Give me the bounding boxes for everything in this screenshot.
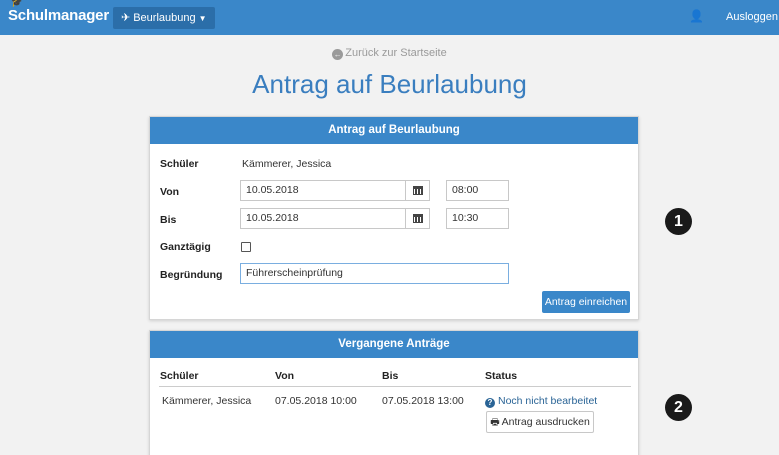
brand-logo[interactable]: Schulmanager bbox=[8, 7, 109, 24]
logout-link[interactable]: Ausloggen bbox=[726, 11, 778, 23]
print-request-button[interactable]: 🖶 Antrag ausdrucken bbox=[486, 411, 594, 433]
to-time-input[interactable]: 10:30 bbox=[446, 208, 509, 229]
back-to-start-link[interactable]: ← Zurück zur Startseite bbox=[0, 47, 779, 60]
back-link-label: Zurück zur Startseite bbox=[345, 47, 447, 59]
student-value: Kämmerer, Jessica bbox=[242, 158, 332, 170]
column-header-status: Status bbox=[485, 370, 518, 382]
from-label: Von bbox=[160, 186, 180, 198]
callout-badge-2: 2 bbox=[665, 394, 692, 421]
reason-label: Begründung bbox=[160, 269, 223, 281]
page-title: Antrag auf Beurlaubung bbox=[252, 69, 527, 99]
row-status[interactable]: ? Noch nicht bearbeitet bbox=[485, 395, 597, 408]
print-label: Antrag ausdrucken bbox=[501, 416, 590, 428]
reason-input[interactable]: Führerscheinprüfung bbox=[240, 263, 509, 284]
history-panel-heading: Vergangene Anträge bbox=[150, 331, 638, 358]
row-from: 07.05.2018 10:00 bbox=[275, 395, 357, 407]
leave-request-form-panel: Antrag auf Beurlaubung Schüler Kämmerer,… bbox=[149, 116, 639, 320]
callout-badge-1: 1 bbox=[665, 208, 692, 235]
past-requests-panel: Vergangene Anträge Schüler Von Bis Statu… bbox=[149, 330, 639, 455]
student-label: Schüler bbox=[160, 158, 199, 170]
from-calendar-button[interactable] bbox=[406, 180, 430, 201]
column-header-student: Schüler bbox=[160, 370, 199, 382]
to-date-input[interactable]: 10.05.2018 bbox=[240, 208, 406, 229]
to-label: Bis bbox=[160, 214, 177, 226]
printer-icon: 🖶 bbox=[490, 417, 500, 428]
beurlaubung-menu-dropdown[interactable]: ✈ Beurlaubung ▼ bbox=[113, 7, 215, 29]
row-student: Kämmerer, Jessica bbox=[162, 395, 252, 407]
calendar-icon bbox=[412, 214, 423, 223]
person-walking-icon: ✈ bbox=[121, 12, 131, 24]
to-calendar-button[interactable] bbox=[406, 208, 430, 229]
form-panel-heading: Antrag auf Beurlaubung bbox=[150, 117, 638, 144]
submit-request-button[interactable]: Antrag einreichen bbox=[542, 291, 630, 313]
question-circle-icon: ? bbox=[485, 398, 495, 408]
from-date-input[interactable]: 10.05.2018 bbox=[240, 180, 406, 201]
row-to: 07.05.2018 13:00 bbox=[382, 395, 464, 407]
allday-label: Ganztägig bbox=[160, 241, 211, 253]
caret-down-icon: ▼ bbox=[198, 14, 207, 23]
column-header-to: Bis bbox=[382, 370, 399, 382]
table-header-divider bbox=[159, 386, 631, 387]
from-time-input[interactable]: 08:00 bbox=[446, 180, 509, 201]
menu-label: Beurlaubung bbox=[133, 12, 196, 24]
top-navbar: 🎓 Schulmanager ✈ Beurlaubung ▼ 👤 Ausloggen bbox=[0, 0, 779, 35]
arrow-left-circle-icon: ← bbox=[332, 49, 344, 60]
user-icon[interactable]: 👤 bbox=[689, 9, 704, 23]
column-header-from: Von bbox=[275, 370, 295, 382]
status-label: Noch nicht bearbeitet bbox=[498, 395, 598, 407]
allday-checkbox[interactable] bbox=[241, 242, 251, 252]
calendar-icon bbox=[412, 186, 423, 195]
